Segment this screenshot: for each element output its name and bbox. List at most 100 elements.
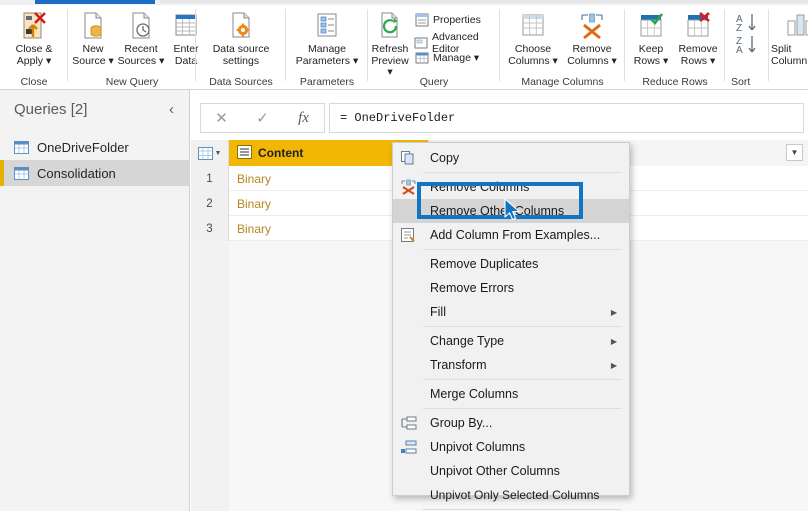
formula-input[interactable]: = OneDriveFolder <box>329 103 804 133</box>
refresh-preview-label: Refresh Preview ▾ <box>371 43 409 78</box>
ribbon-group-parameters-label: Parameters <box>299 76 355 88</box>
menu-item-copy[interactable]: Copy <box>393 146 629 170</box>
close-and-apply-label: Close & Apply ▾ <box>15 43 53 67</box>
manage-button[interactable]: Manage ▾ <box>414 50 479 65</box>
menu-item-remove-duplicates[interactable]: Remove Duplicates <box>393 252 629 276</box>
menu-item-label: Remove Errors <box>430 281 515 295</box>
properties-label: Properties <box>433 13 481 26</box>
ribbon-group-new-query-label: New Query <box>105 76 159 88</box>
menu-item-unpivot-columns[interactable]: Unpivot Columns <box>393 435 629 459</box>
svg-text:A: A <box>736 45 743 56</box>
query-item-consolidation[interactable]: Consolidation <box>0 160 190 186</box>
remove-rows-label: Remove Rows ▾ <box>678 43 718 67</box>
ribbon-group-parameters: Manage Parameters ▾ Parameters <box>286 5 368 90</box>
data-source-settings-button[interactable]: Data source settings <box>198 9 284 67</box>
fx-icon[interactable]: fx <box>283 110 324 127</box>
menu-item-remove-errors[interactable]: Remove Errors <box>393 276 629 300</box>
formula-bar: ✕ ✓ fx = OneDriveFolder <box>191 100 808 136</box>
copy-icon <box>397 148 419 168</box>
refresh-preview-button[interactable]: Refresh Preview ▾ <box>368 9 412 79</box>
menu-item-label: Unpivot Other Columns <box>430 464 560 478</box>
ribbon-group-close: Close & Apply ▾ Close <box>0 5 68 90</box>
row-number: 3 <box>191 216 229 241</box>
menu-item-group-by[interactable]: Group By... <box>393 411 629 435</box>
remove-columns-label: Remove Columns ▾ <box>567 43 617 67</box>
queries-pane-title: Queries [2] <box>14 100 88 118</box>
new-source-button[interactable]: New Source ▾ <box>70 9 116 67</box>
sort-ascending-button[interactable]: A Z Z A <box>729 9 765 61</box>
ribbon-group-sort-label: Sort <box>731 76 751 88</box>
column-filter-icon[interactable]: ▼ <box>786 144 803 161</box>
recent-sources-button[interactable]: Recent Sources ▾ <box>116 9 166 67</box>
manage-parameters-label: Manage Parameters ▾ <box>295 43 359 67</box>
menu-item-transform[interactable]: Transform ▶ <box>393 353 629 377</box>
submenu-arrow-icon: ▶ <box>610 360 617 370</box>
menu-item-add-column-from-examples[interactable]: Add Column From Examples... <box>393 223 629 247</box>
menu-item-unpivot-other-columns[interactable]: Unpivot Other Columns <box>393 459 629 483</box>
table-icon <box>14 140 29 154</box>
menu-separator <box>423 172 621 173</box>
menu-item-label: Unpivot Columns <box>430 440 526 454</box>
refresh-preview-icon <box>368 9 412 43</box>
keep-rows-label: Keep Rows ▾ <box>633 43 669 67</box>
manage-label: Manage ▾ <box>433 51 480 64</box>
manage-icon <box>414 50 429 65</box>
ribbon-group-query-label: Query <box>419 76 449 88</box>
ribbon-group-data-sources: Data source settings Data Sources <box>196 5 286 90</box>
new-source-icon <box>70 9 116 43</box>
ribbon-group-data-sources-label: Data Sources <box>209 76 273 88</box>
close-apply-icon <box>4 9 64 43</box>
add-column-icon <box>397 225 419 245</box>
split-column-button[interactable]: Split Column <box>771 9 808 67</box>
svg-text:Z: Z <box>736 23 742 34</box>
menu-item-label: Group By... <box>430 416 493 430</box>
chevron-down-icon: ▼ <box>214 149 222 157</box>
ribbon-group-sort: A Z Z A Sort <box>725 5 769 90</box>
remove-rows-button[interactable]: Remove Rows ▾ <box>674 9 722 67</box>
ribbon-group-transform-partial: Split Column <box>769 5 808 90</box>
menu-item-unpivot-only-selected-columns[interactable]: Unpivot Only Selected Columns <box>393 483 629 507</box>
remove-columns-icon <box>562 9 622 43</box>
keep-rows-icon <box>628 9 674 43</box>
menu-item-label: Add Column From Examples... <box>430 228 601 242</box>
tab-home-indicator[interactable] <box>35 0 155 4</box>
remove-columns-button[interactable]: Remove Columns ▾ <box>562 9 622 67</box>
menu-item-remove-columns[interactable]: Remove Columns <box>393 175 629 199</box>
ribbon-group-reduce-rows: Keep Rows ▾ Remove Rows ▾ Reduce Rows <box>625 5 725 90</box>
menu-item-change-type[interactable]: Change Type ▶ <box>393 329 629 353</box>
queries-pane-header: Queries [2] ‹ <box>0 90 190 128</box>
row-number: 1 <box>191 166 229 191</box>
collapse-pane-icon[interactable]: ‹ <box>165 101 178 118</box>
ribbon-group-reduce-rows-label: Reduce Rows <box>642 76 708 88</box>
select-all-columns-button[interactable]: ▼ <box>191 140 229 166</box>
menu-item-merge-columns[interactable]: Merge Columns <box>393 382 629 406</box>
menu-item-fill[interactable]: Fill ▶ <box>393 300 629 324</box>
query-item-onedrivefolder[interactable]: OneDriveFolder <box>0 134 190 160</box>
remove-rows-icon <box>674 9 722 43</box>
menu-item-label: Remove Columns <box>430 180 530 194</box>
menu-separator <box>423 509 621 510</box>
menu-item-remove-other-columns[interactable]: Remove Other Columns <box>393 199 629 223</box>
context-menu: Copy Remove Columns Remove Other Columns <box>392 142 630 510</box>
accept-formula-icon[interactable]: ✓ <box>242 109 283 127</box>
submenu-arrow-icon: ▶ <box>610 307 617 317</box>
remove-columns-icon <box>397 177 419 197</box>
choose-columns-button[interactable]: Choose Columns ▾ <box>504 9 562 67</box>
menu-item-label: Remove Duplicates <box>430 257 539 271</box>
cancel-formula-icon[interactable]: ✕ <box>201 109 242 127</box>
manage-parameters-button[interactable]: Manage Parameters ▾ <box>288 9 366 67</box>
keep-rows-button[interactable]: Keep Rows ▾ <box>628 9 674 67</box>
manage-parameters-icon <box>288 9 366 43</box>
query-item-label: Consolidation <box>37 165 116 181</box>
selection-accent <box>0 134 4 160</box>
properties-button[interactable]: Properties <box>414 12 481 27</box>
ribbon-group-new-query: New Source ▾ Recent Sources ▾ Enter Data… <box>68 5 199 90</box>
split-column-label: Split Column <box>771 43 808 67</box>
recent-sources-icon <box>116 9 166 43</box>
menu-separator <box>423 379 621 380</box>
close-and-apply-button[interactable]: Close & Apply ▾ <box>4 9 64 67</box>
submenu-arrow-icon: ▶ <box>610 336 617 346</box>
menu-separator <box>423 249 621 250</box>
ribbon-group-close-label: Close <box>20 76 48 88</box>
menu-item-label: Change Type <box>430 334 505 348</box>
